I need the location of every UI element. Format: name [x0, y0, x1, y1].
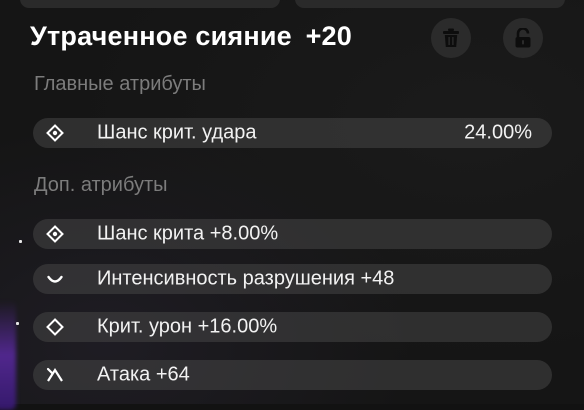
lock-button[interactable]: [503, 18, 543, 58]
sub-attribute-row: Интенсивность разрушения +48: [33, 264, 552, 294]
relic-name: Утраченное сияние: [30, 21, 292, 51]
crit-damage-icon: [45, 317, 65, 337]
sub-attribute-text: Крит. урон +16.00%: [97, 315, 278, 338]
sub-attribute-text: Атака +64: [97, 363, 190, 386]
background-spark: [16, 322, 19, 325]
trash-icon: [443, 28, 459, 47]
main-attributes-heading: Главные атрибуты: [34, 73, 206, 95]
attack-icon: [45, 365, 65, 385]
sub-attribute-row: Шанс крита +8.00%: [33, 219, 552, 249]
sub-attributes-heading: Доп. атрибуты: [34, 174, 168, 196]
top-tab-right: [295, 0, 565, 8]
crit-chance-icon: [45, 123, 65, 143]
main-attribute-value: 24.00%: [464, 121, 532, 144]
background: [0, 0, 584, 404]
top-tab-left: [20, 0, 280, 8]
sub-attribute-row: Атака +64: [33, 360, 552, 390]
main-attribute-row: Шанс крит. удара 24.00%: [33, 118, 552, 148]
crit-chance-icon: [45, 224, 65, 244]
relic-title: Утраченное сияние +20: [30, 21, 352, 52]
background-glow: [0, 300, 16, 410]
break-intensity-icon: [45, 269, 65, 289]
sub-attribute-text: Шанс крита +8.00%: [97, 222, 279, 245]
unlock-icon: [515, 28, 531, 48]
sub-attribute-row: Крит. урон +16.00%: [33, 312, 552, 342]
sub-attribute-text: Интенсивность разрушения +48: [97, 267, 395, 290]
main-attribute-name: Шанс крит. удара: [97, 121, 257, 144]
background-spark: [19, 240, 22, 243]
relic-level: +20: [305, 21, 352, 51]
delete-button[interactable]: [431, 18, 471, 58]
